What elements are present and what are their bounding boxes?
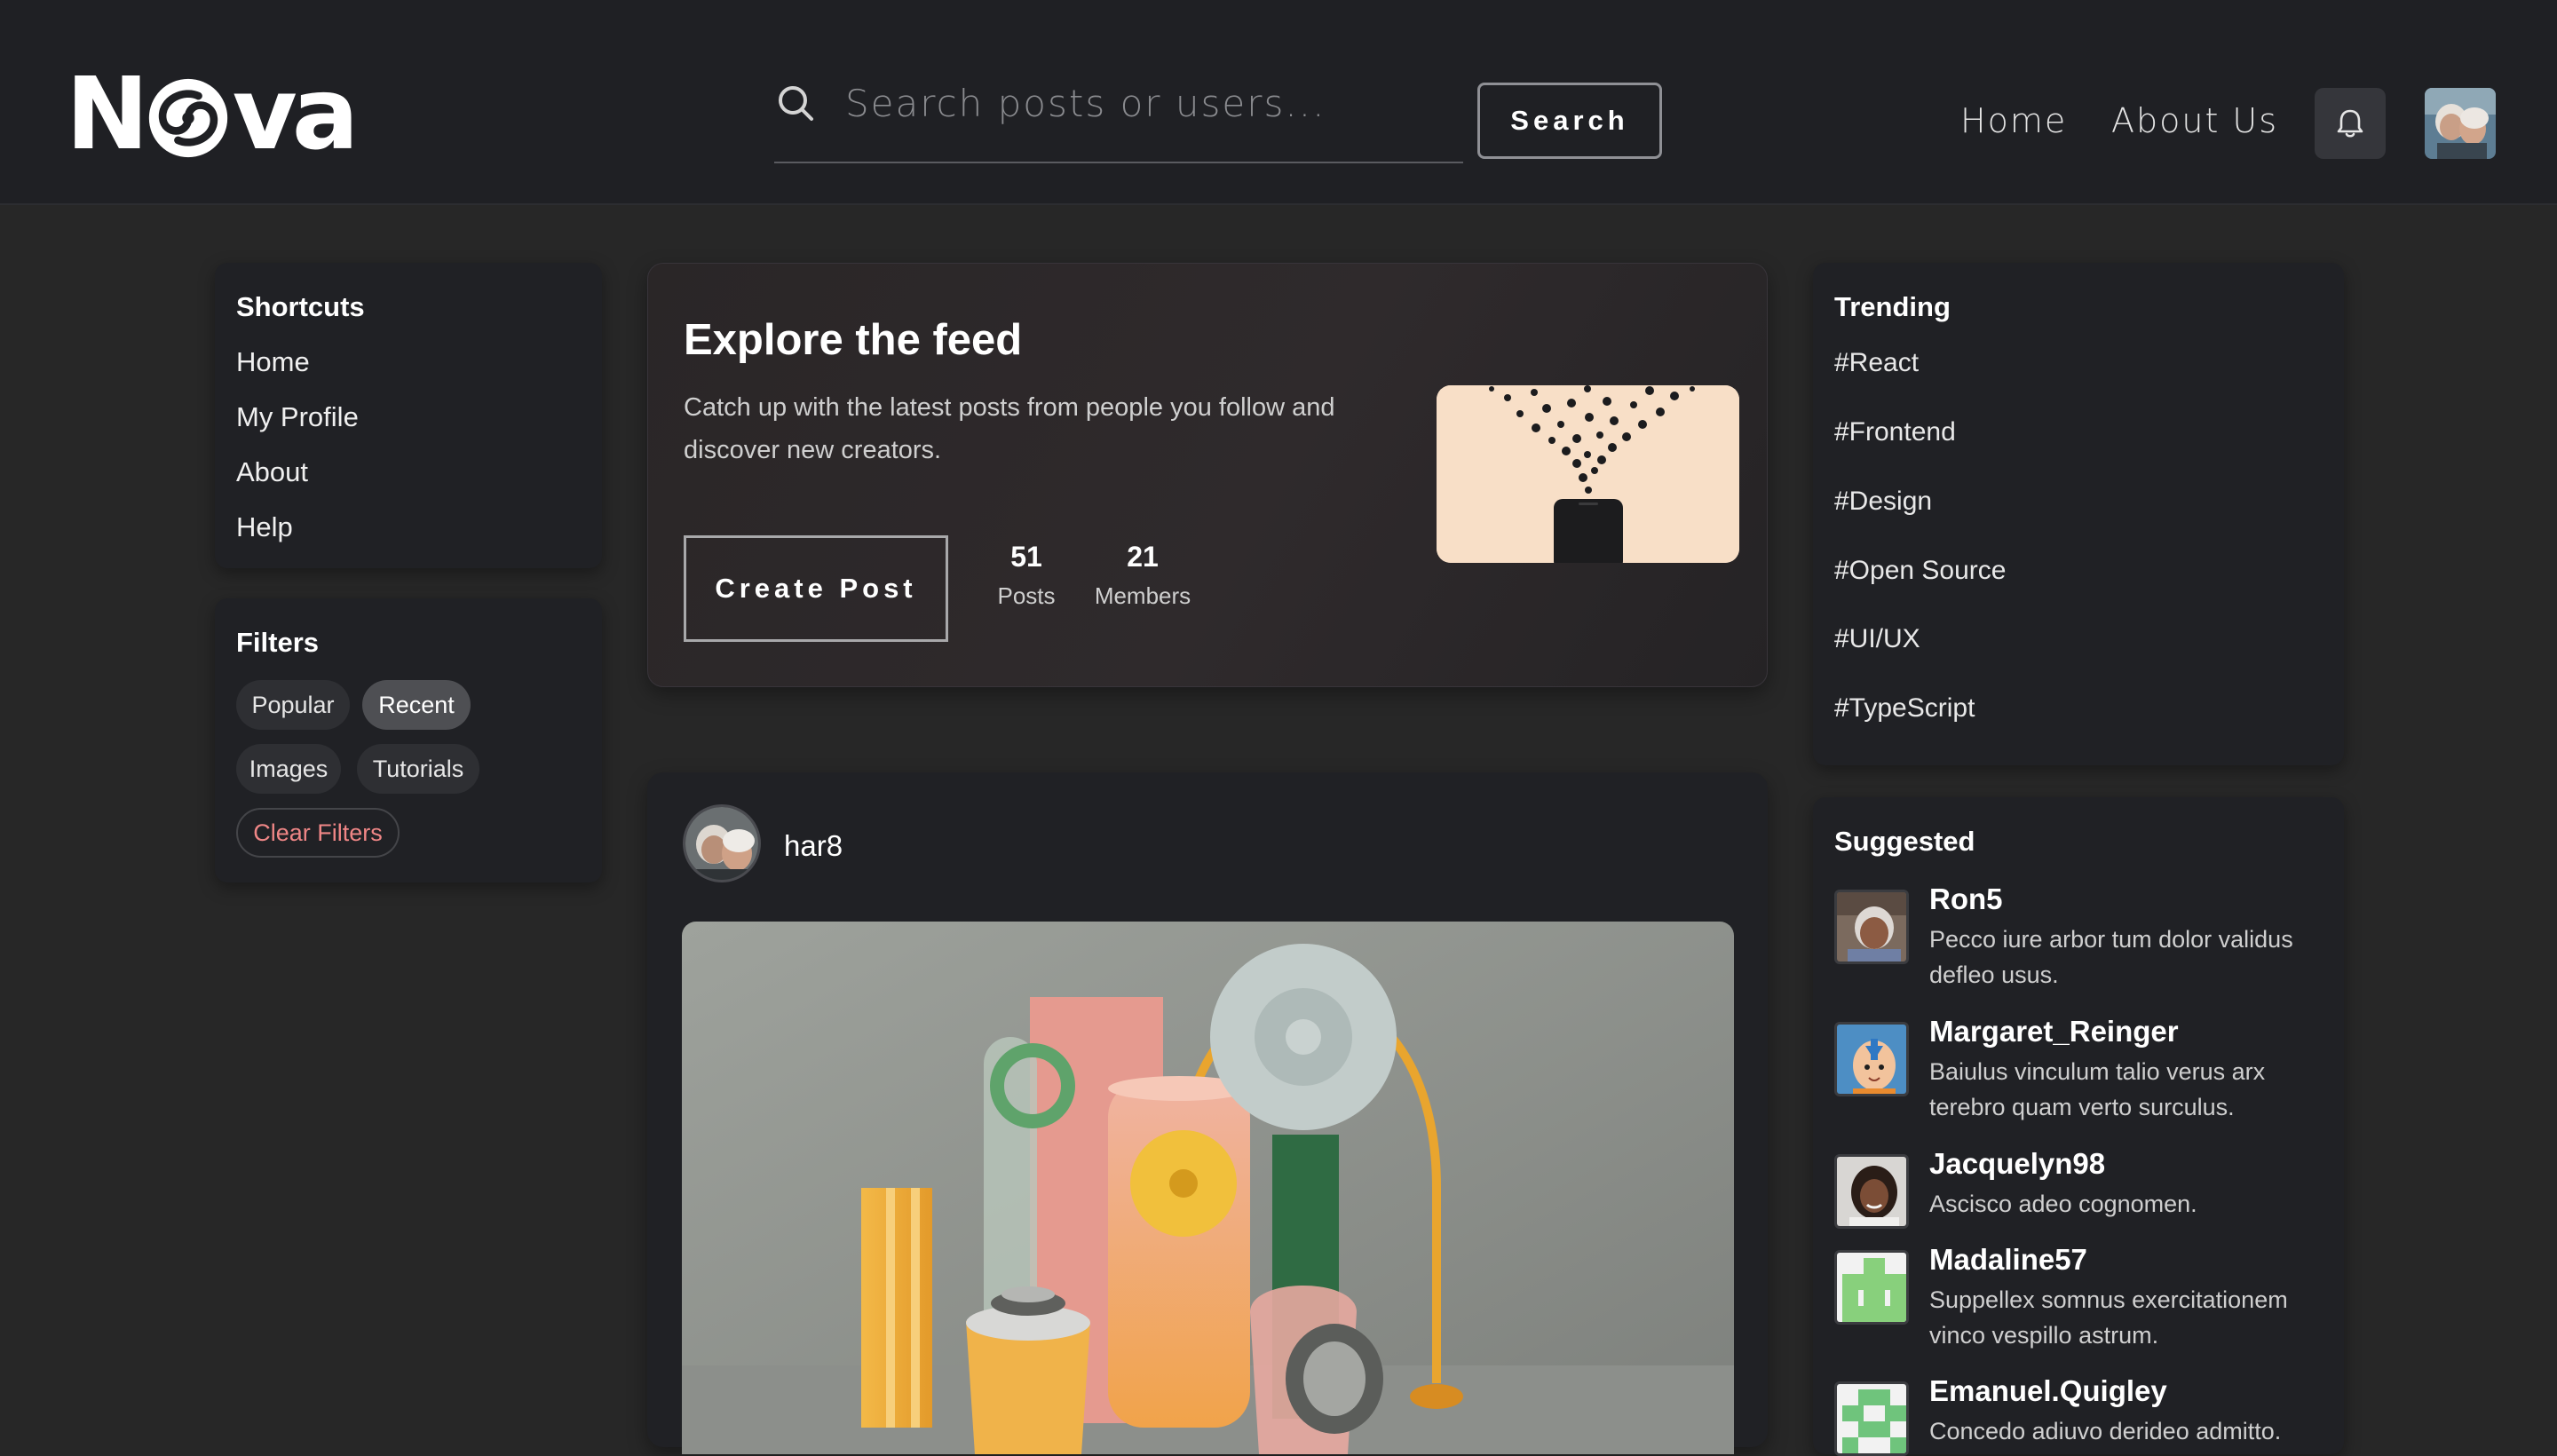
phone-social-icons-illustration bbox=[1437, 385, 1739, 563]
avatar-photo bbox=[1837, 892, 1906, 961]
user-avatar[interactable] bbox=[2425, 88, 2496, 159]
trending-tag-react[interactable]: #React bbox=[1834, 348, 1919, 378]
stat-members-label: Members bbox=[1094, 582, 1191, 609]
stat-posts-label: Posts bbox=[997, 582, 1056, 609]
trending-tag-design[interactable]: #Design bbox=[1834, 487, 1932, 517]
brand-logo[interactable]: N va bbox=[66, 65, 359, 164]
trending-title: Trending bbox=[1834, 291, 1951, 322]
explore-hero-card: Explore the feed Catch up with the lates… bbox=[647, 263, 1768, 687]
stat-posts: 51 Posts bbox=[989, 541, 1064, 610]
bell-icon bbox=[2337, 109, 2363, 138]
suggested-user-name: Madaline57 bbox=[1929, 1243, 2087, 1276]
avatar-cartoon bbox=[1837, 1025, 1906, 1094]
suggested-user-avatar bbox=[1834, 1381, 1909, 1456]
search-input[interactable] bbox=[845, 76, 1449, 130]
shortcut-home[interactable]: Home bbox=[236, 346, 310, 378]
suggested-user-bio: Baiulus vinculum talio verus arx terebro… bbox=[1929, 1058, 2266, 1120]
stat-members: 21 Members bbox=[1076, 541, 1209, 610]
search-bar bbox=[774, 76, 1463, 163]
stat-posts-value: 51 bbox=[1010, 541, 1042, 573]
suggested-user-avatar bbox=[1834, 1250, 1909, 1325]
abstract-3d-shapes-image bbox=[682, 922, 1734, 1454]
suggested-user-name: Margaret_Reinger bbox=[1929, 1015, 2179, 1048]
suggested-user-bio: Pecco iure arbor tum dolor validus defle… bbox=[1929, 926, 2293, 988]
suggested-user-name: Emanuel.Quigley bbox=[1929, 1374, 2167, 1407]
identicon-avatar bbox=[1837, 1253, 1906, 1322]
hero-title: Explore the feed bbox=[684, 316, 1023, 364]
filters-title: Filters bbox=[236, 627, 320, 658]
suggested-user-bio: Ascisco adeo cognomen. bbox=[1929, 1191, 2197, 1217]
filter-chip-tutorials[interactable]: Tutorials bbox=[357, 744, 479, 794]
shortcut-my-profile[interactable]: My Profile bbox=[236, 401, 359, 433]
filters-card: Filters Popular Recent Images Tutorials … bbox=[215, 598, 602, 882]
clear-filters-button[interactable]: Clear Filters bbox=[236, 808, 400, 858]
post-card: har8 bbox=[647, 772, 1768, 1454]
suggested-user-avatar bbox=[1834, 1022, 1909, 1096]
avatar-photo bbox=[685, 807, 758, 880]
suggested-user-name: Jacquelyn98 bbox=[1929, 1147, 2106, 1180]
logo-letters-va: va bbox=[232, 57, 360, 172]
trending-tag-typescript[interactable]: #TypeScript bbox=[1834, 693, 1975, 724]
logo-letter-n: N bbox=[66, 57, 149, 172]
avatar-photo bbox=[2425, 88, 2496, 159]
filter-chip-recent[interactable]: Recent bbox=[362, 680, 471, 730]
suggested-user-name: Ron5 bbox=[1929, 882, 2003, 915]
filter-chip-images[interactable]: Images bbox=[236, 744, 341, 794]
suggested-title: Suggested bbox=[1834, 826, 1975, 857]
hero-illustration bbox=[1437, 385, 1739, 563]
shortcuts-card: Shortcuts Home My Profile About Help bbox=[215, 263, 602, 568]
shortcut-about[interactable]: About bbox=[236, 456, 308, 488]
trending-card: Trending #React #Frontend #Design #Open … bbox=[1813, 263, 2344, 765]
create-post-button[interactable]: Create Post bbox=[684, 535, 948, 642]
swirl-logo-icon bbox=[148, 78, 227, 158]
suggested-user-avatar bbox=[1834, 1154, 1909, 1229]
identicon-avatar bbox=[1837, 1384, 1906, 1453]
avatar-photo bbox=[1837, 1157, 1906, 1226]
filter-chip-popular[interactable]: Popular bbox=[236, 680, 350, 730]
search-icon bbox=[779, 86, 813, 121]
suggested-card: Suggested Ron5 Pecco iure arbor tum dolo… bbox=[1813, 797, 2344, 1456]
stat-members-value: 21 bbox=[1127, 541, 1159, 573]
post-author-avatar[interactable] bbox=[683, 804, 761, 882]
shortcut-help[interactable]: Help bbox=[236, 511, 293, 543]
suggested-user-bio: Concedo adiuvo derideo admitto. bbox=[1929, 1418, 2282, 1444]
nav-about-link[interactable]: About Us bbox=[2111, 101, 2278, 140]
nav-home-link[interactable]: Home bbox=[1960, 101, 2067, 140]
shortcuts-title: Shortcuts bbox=[236, 291, 365, 322]
hero-description: Catch up with the latest posts from peop… bbox=[684, 393, 1335, 464]
suggested-user-avatar bbox=[1834, 890, 1909, 964]
suggested-user-bio: Suppellex somnus exercitationem vinco ve… bbox=[1929, 1286, 2288, 1349]
trending-tag-ui-ux[interactable]: #UI/UX bbox=[1834, 624, 1920, 654]
post-author-username[interactable]: har8 bbox=[784, 829, 843, 863]
post-image[interactable] bbox=[682, 922, 1734, 1454]
trending-tag-frontend[interactable]: #Frontend bbox=[1834, 417, 1956, 447]
top-header: N va Search Home About Us bbox=[0, 0, 2557, 205]
trending-tag-open-source[interactable]: #Open Source bbox=[1834, 556, 2006, 586]
notifications-button[interactable] bbox=[2315, 88, 2386, 159]
search-button[interactable]: Search bbox=[1477, 83, 1662, 159]
